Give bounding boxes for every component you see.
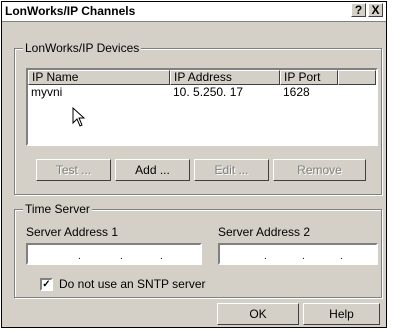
row-ip-port: 1628 [283,85,310,99]
column-header-ip-name[interactable]: IP Name [28,70,170,85]
title-bar: LonWorks/IP Channels ? X [2,2,386,22]
server-address-1-label: Server Address 1 [26,225,119,239]
server-address-1-field[interactable]: . . . [26,243,202,265]
time-server-legend: Time Server [23,202,92,216]
sntp-checkbox-label: Do not use an SNTP server [59,277,206,291]
help-question-button[interactable]: ? [351,3,366,17]
column-header-ip-port[interactable]: IP Port [280,70,338,85]
column-header-ip-address[interactable]: IP Address [170,70,280,85]
ok-button[interactable]: OK [217,303,299,325]
sntp-checkbox[interactable]: ✓ [40,278,53,291]
add-button[interactable]: Add ... [115,159,190,181]
devices-group-legend: LonWorks/IP Devices [23,41,142,55]
devices-list[interactable]: IP Name IP Address IP Port myvni 10. 5.2… [26,68,378,146]
server-address-2-label: Server Address 2 [218,225,311,239]
row-ip-name: myvni [31,85,63,99]
row-ip-address: 10. 5.250. 17 [173,85,244,99]
test-button[interactable]: Test ... [36,159,111,181]
dialog-window: LonWorks/IP Channels ? X LonWorks/IP Dev… [1,1,387,328]
close-button[interactable]: X [368,3,383,17]
dialog-title: LonWorks/IP Channels [5,4,136,18]
help-button[interactable]: Help [303,303,380,325]
server-address-2-field[interactable]: . . . [218,243,378,265]
remove-button[interactable]: Remove [273,159,366,181]
edit-button[interactable]: Edit ... [194,159,269,181]
mouse-cursor-icon [72,107,86,127]
column-header-filler [338,70,376,85]
